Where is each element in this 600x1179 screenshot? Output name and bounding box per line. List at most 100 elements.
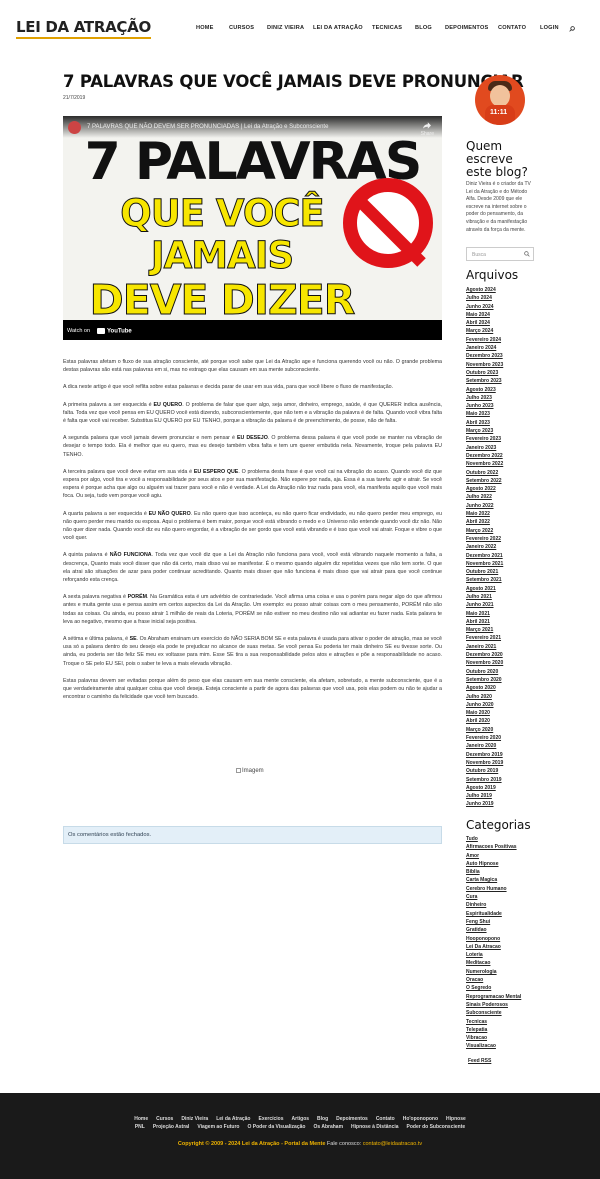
site-logo[interactable]: LEI DA ATRAÇÃO bbox=[16, 18, 151, 39]
category-link[interactable]: Vibracao bbox=[466, 1034, 521, 1042]
archive-link[interactable]: Novembro 2021 bbox=[466, 560, 503, 568]
footer-link[interactable]: Exercícios bbox=[259, 1116, 284, 1122]
category-link[interactable]: Espiritualidade bbox=[466, 910, 521, 918]
category-link[interactable]: O Segredo bbox=[466, 984, 521, 992]
category-link[interactable]: Dinheiro bbox=[466, 901, 521, 909]
category-link[interactable]: Afirmacoes Positivas bbox=[466, 843, 521, 851]
archive-link[interactable]: Março 2023 bbox=[466, 427, 503, 435]
archive-link[interactable]: Dezembro 2021 bbox=[466, 552, 503, 560]
archive-link[interactable]: Agosto 2019 bbox=[466, 784, 503, 792]
nav-diniz-vieira[interactable]: DINIZ VIEIRA bbox=[267, 25, 304, 31]
archive-link[interactable]: Abril 2021 bbox=[466, 618, 503, 626]
footer-link[interactable]: Ho'oponopono bbox=[403, 1116, 438, 1122]
share-button[interactable]: Share bbox=[421, 122, 434, 137]
footer-link[interactable]: Blog bbox=[317, 1116, 328, 1122]
search-input[interactable]: Busca bbox=[466, 247, 534, 261]
category-link[interactable]: Tudo bbox=[466, 835, 521, 843]
category-link[interactable]: Auto Hipnose bbox=[466, 860, 521, 868]
archive-link[interactable]: Março 2021 bbox=[466, 626, 503, 634]
archive-link[interactable]: Abril 2023 bbox=[466, 419, 503, 427]
archive-link[interactable]: Junho 2019 bbox=[466, 800, 503, 808]
category-link[interactable]: Tecnicas bbox=[466, 1018, 521, 1026]
category-link[interactable]: Visualizacao bbox=[466, 1042, 521, 1050]
archive-link[interactable]: Dezembro 2020 bbox=[466, 651, 503, 659]
archive-link[interactable]: Março 2020 bbox=[466, 726, 503, 734]
nav-contato[interactable]: CONTATO bbox=[498, 25, 526, 31]
footer-link[interactable]: Hipnose à Distância bbox=[351, 1124, 399, 1130]
footer-link[interactable]: Artigos bbox=[292, 1116, 310, 1122]
archive-link[interactable]: Novembro 2019 bbox=[466, 759, 503, 767]
archive-link[interactable]: Setembro 2021 bbox=[466, 576, 503, 584]
archive-link[interactable]: Março 2022 bbox=[466, 527, 503, 535]
video-embed[interactable]: 7 PALAVRAS QUE VOCÊ JAMAIS DEVE DIZER 7 … bbox=[63, 116, 442, 340]
archive-link[interactable]: Julho 2023 bbox=[466, 394, 503, 402]
category-link[interactable]: Subconsciente bbox=[466, 1009, 521, 1017]
archive-link[interactable]: Novembro 2023 bbox=[466, 361, 503, 369]
footer-link[interactable]: Os Abraham bbox=[313, 1124, 343, 1130]
archive-link[interactable]: Julho 2021 bbox=[466, 593, 503, 601]
category-link[interactable]: Feng Shui bbox=[466, 918, 521, 926]
footer-link[interactable]: Poder do Subconsciente bbox=[407, 1124, 466, 1130]
footer-link[interactable]: Depoimentos bbox=[336, 1116, 368, 1122]
nav-depoimentos[interactable]: DEPOIMENTOS bbox=[445, 25, 488, 31]
archive-link[interactable]: Fevereiro 2023 bbox=[466, 435, 503, 443]
archive-link[interactable]: Janeiro 2020 bbox=[466, 742, 503, 750]
archive-link[interactable]: Dezembro 2022 bbox=[466, 452, 503, 460]
archive-link[interactable]: Novembro 2022 bbox=[466, 460, 503, 468]
nav-tecnicas[interactable]: TECNICAS bbox=[372, 25, 402, 31]
category-link[interactable]: Meditacao bbox=[466, 959, 521, 967]
archive-link[interactable]: Fevereiro 2024 bbox=[466, 336, 503, 344]
archive-link[interactable]: Janeiro 2024 bbox=[466, 344, 503, 352]
archive-link[interactable]: Julho 2022 bbox=[466, 493, 503, 501]
archive-link[interactable]: Setembro 2019 bbox=[466, 776, 503, 784]
category-link[interactable]: Telepatia bbox=[466, 1026, 521, 1034]
category-link[interactable]: Gratidao bbox=[466, 926, 521, 934]
category-link[interactable]: Cerebro Humano bbox=[466, 885, 521, 893]
archive-link[interactable]: Janeiro 2022 bbox=[466, 543, 503, 551]
archive-link[interactable]: Setembro 2020 bbox=[466, 676, 503, 684]
archive-link[interactable]: Maio 2023 bbox=[466, 410, 503, 418]
footer-link[interactable]: Hipnose bbox=[446, 1116, 466, 1122]
archive-link[interactable]: Janeiro 2021 bbox=[466, 643, 503, 651]
archive-link[interactable]: Fevereiro 2020 bbox=[466, 734, 503, 742]
archive-link[interactable]: Agosto 2023 bbox=[466, 386, 503, 394]
archive-link[interactable]: Maio 2021 bbox=[466, 610, 503, 618]
archive-link[interactable]: Agosto 2022 bbox=[466, 485, 503, 493]
category-link[interactable]: Biblia bbox=[466, 868, 521, 876]
footer-link[interactable]: Cursos bbox=[156, 1116, 173, 1122]
footer-link[interactable]: Viagem ao Futuro bbox=[197, 1124, 239, 1130]
footer-link[interactable]: Diniz Vieira bbox=[181, 1116, 208, 1122]
video-title[interactable]: 7 PALAVRAS QUE NÃO DEVEM SER PRONUNCIADA… bbox=[87, 124, 328, 130]
category-link[interactable]: Lei Da Atracao bbox=[466, 943, 521, 951]
archive-link[interactable]: Outubro 2020 bbox=[466, 668, 503, 676]
archive-link[interactable]: Junho 2024 bbox=[466, 303, 503, 311]
archive-link[interactable]: Junho 2020 bbox=[466, 701, 503, 709]
search-icon[interactable] bbox=[524, 251, 530, 257]
archive-link[interactable]: Maio 2022 bbox=[466, 510, 503, 518]
category-link[interactable]: Carta Magica bbox=[466, 876, 521, 884]
archive-link[interactable]: Setembro 2022 bbox=[466, 477, 503, 485]
archive-link[interactable]: Junho 2023 bbox=[466, 402, 503, 410]
search-icon[interactable] bbox=[569, 26, 575, 32]
category-link[interactable]: Cura bbox=[466, 893, 521, 901]
archive-link[interactable]: Julho 2019 bbox=[466, 792, 503, 800]
category-link[interactable]: Oracao bbox=[466, 976, 521, 984]
footer-link[interactable]: O Poder da Visualização bbox=[247, 1124, 305, 1130]
category-link[interactable]: Numerologia bbox=[466, 968, 521, 976]
archive-link[interactable]: Agosto 2021 bbox=[466, 585, 503, 593]
nav-blog[interactable]: BLOG bbox=[415, 25, 432, 31]
category-link[interactable]: Amor bbox=[466, 852, 521, 860]
category-link[interactable]: Loteria bbox=[466, 951, 521, 959]
archive-link[interactable]: Julho 2024 bbox=[466, 294, 503, 302]
nav-lei-da-atracao[interactable]: LEI DA ATRAÇÃO bbox=[313, 25, 363, 31]
archive-link[interactable]: Outubro 2022 bbox=[466, 469, 503, 477]
archive-link[interactable]: Junho 2022 bbox=[466, 502, 503, 510]
category-link[interactable]: Sinais Poderosos bbox=[466, 1001, 521, 1009]
archive-link[interactable]: Dezembro 2023 bbox=[466, 352, 503, 360]
archive-link[interactable]: Dezembro 2019 bbox=[466, 751, 503, 759]
archive-link[interactable]: Novembro 2020 bbox=[466, 659, 503, 667]
channel-avatar[interactable] bbox=[68, 121, 81, 134]
archive-link[interactable]: Abril 2022 bbox=[466, 518, 503, 526]
archive-link[interactable]: Fevereiro 2021 bbox=[466, 634, 503, 642]
nav-cursos[interactable]: CURSOS bbox=[229, 25, 254, 31]
